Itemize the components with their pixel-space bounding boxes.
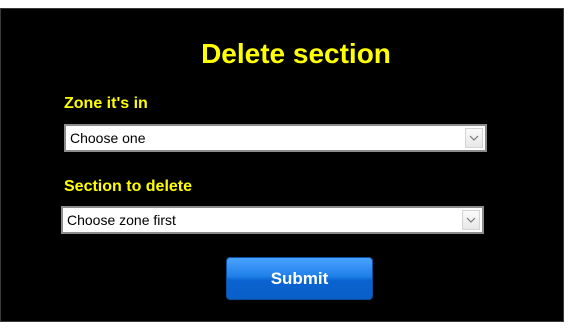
page: Delete section Zone it's in Choose one S… (0, 0, 574, 330)
zone-select-arrow-button[interactable] (465, 128, 483, 148)
page-title: Delete section (201, 38, 391, 69)
delete-section-panel: Delete section Zone it's in Choose one S… (0, 8, 564, 322)
zone-label: Zone it's in (64, 95, 148, 112)
zone-select[interactable]: Choose one (64, 124, 487, 152)
chevron-down-icon (469, 135, 479, 141)
section-label: Section to delete (64, 178, 193, 195)
section-select[interactable]: Choose zone first (61, 206, 484, 234)
submit-button[interactable]: Submit (226, 257, 373, 300)
section-select-arrow-button[interactable] (462, 210, 480, 230)
chevron-down-icon (466, 217, 476, 223)
zone-select-value: Choose one (70, 130, 146, 146)
section-select-value: Choose zone first (67, 212, 176, 228)
